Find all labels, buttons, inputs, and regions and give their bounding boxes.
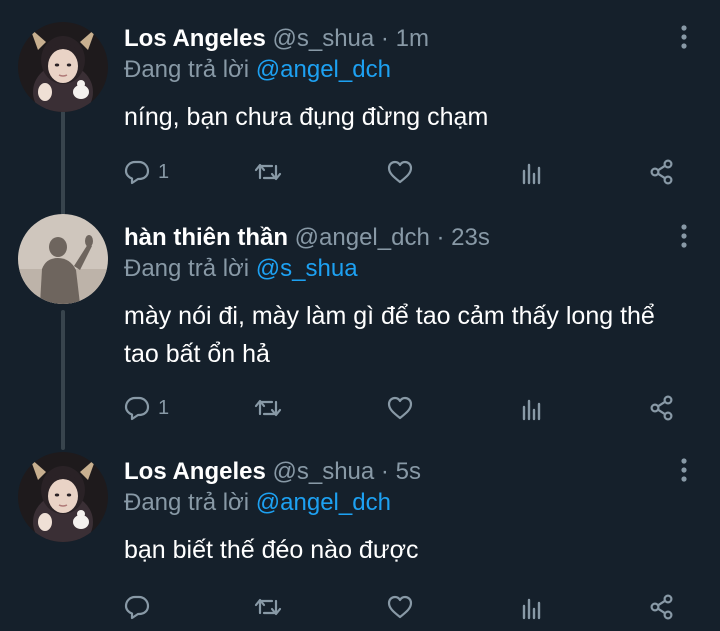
heart-icon (386, 395, 414, 421)
heart-icon (386, 159, 414, 185)
retweet-icon (254, 395, 282, 421)
share-icon (649, 395, 675, 421)
timestamp[interactable]: 5s (396, 458, 421, 485)
replying-to: Đang trả lời @angel_dch (124, 489, 660, 517)
more-icon[interactable] (678, 223, 690, 249)
share-button[interactable] (649, 591, 675, 623)
tweet-text: bạn biết thế đéo nào được (124, 536, 419, 564)
display-name[interactable]: hàn thiên thần (124, 224, 288, 251)
replying-to-handle[interactable]: @angel_dch (256, 56, 391, 83)
analytics-button[interactable] (519, 591, 545, 623)
separator-dot: · (436, 224, 445, 251)
share-icon (649, 159, 675, 185)
analytics-button[interactable] (519, 156, 545, 188)
reply-button[interactable]: 1 (124, 392, 169, 424)
replying-to: Đang trả lời @s_shua (124, 255, 660, 283)
replying-to-prefix: Đang trả lời (124, 489, 250, 516)
share-button[interactable] (649, 156, 675, 188)
retweet-icon (254, 159, 282, 185)
analytics-button[interactable] (519, 392, 545, 424)
tweet-body: hàn thiên thần @angel_dch · 23s Đang trả… (124, 224, 660, 373)
bar-chart-icon (519, 594, 545, 620)
avatar[interactable] (18, 452, 108, 542)
like-button[interactable] (386, 392, 414, 424)
avatar-image (18, 452, 108, 542)
like-button[interactable] (386, 156, 414, 188)
more-icon[interactable] (678, 24, 690, 50)
display-name[interactable]: Los Angeles (124, 458, 266, 485)
tweet-header: Los Angeles @s_shua · 1m (124, 25, 660, 53)
tweet-header: hàn thiên thần @angel_dch · 23s (124, 224, 660, 252)
comment-icon (124, 594, 150, 620)
avatar[interactable] (18, 214, 108, 304)
avatar-image (18, 22, 108, 112)
separator-dot: · (380, 25, 389, 52)
reply-button[interactable] (124, 591, 158, 623)
avatar[interactable] (18, 22, 108, 112)
tweet-text: mày nói đi, mày làm gì để tao cảm thấy l… (124, 302, 655, 368)
bar-chart-icon (519, 159, 545, 185)
user-handle[interactable]: @s_shua (272, 25, 374, 52)
comment-icon (124, 159, 150, 185)
reply-count: 1 (158, 396, 170, 419)
like-button[interactable] (386, 591, 414, 623)
replying-to-prefix: Đang trả lời (124, 255, 250, 282)
replying-to-handle[interactable]: @angel_dch (256, 489, 391, 516)
tweet-actions (124, 591, 684, 623)
timestamp[interactable]: 1m (396, 25, 429, 52)
display-name[interactable]: Los Angeles (124, 25, 266, 52)
replying-to-prefix: Đang trả lời (124, 56, 250, 83)
replying-to-handle[interactable]: @s_shua (256, 255, 358, 282)
tweet-header: Los Angeles @s_shua · 5s (124, 458, 660, 486)
tweet[interactable]: Los Angeles @s_shua · 5s Đang trả lời @a… (0, 452, 720, 631)
reply-button[interactable]: 1 (124, 156, 169, 188)
bar-chart-icon (519, 395, 545, 421)
comment-icon (124, 395, 150, 421)
tweet-thread: Los Angeles @s_shua · 1m Đang trả lời @a… (0, 0, 720, 631)
share-icon (649, 594, 675, 620)
more-icon[interactable] (678, 457, 690, 483)
avatar-image (18, 214, 108, 304)
tweet-body: Los Angeles @s_shua · 5s Đang trả lời @a… (124, 458, 660, 569)
heart-icon (386, 594, 414, 620)
tweet-actions: 1 (124, 156, 684, 188)
tweet[interactable]: hàn thiên thần @angel_dch · 23s Đang trả… (0, 218, 720, 448)
reply-count: 1 (158, 160, 170, 183)
tweet-text: níng, bạn chưa đụng đừng chạm (124, 103, 489, 131)
user-handle[interactable]: @s_shua (272, 458, 374, 485)
separator-dot: · (380, 458, 389, 485)
user-handle[interactable]: @angel_dch (295, 224, 430, 251)
tweet-actions: 1 (124, 392, 684, 424)
share-button[interactable] (649, 392, 675, 424)
tweet-body: Los Angeles @s_shua · 1m Đang trả lời @a… (124, 25, 660, 136)
retweet-icon (254, 594, 282, 620)
retweet-button[interactable] (254, 156, 282, 188)
tweet[interactable]: Los Angeles @s_shua · 1m Đang trả lời @a… (0, 22, 720, 212)
replying-to: Đang trả lời @angel_dch (124, 56, 660, 84)
retweet-button[interactable] (254, 591, 282, 623)
retweet-button[interactable] (254, 392, 282, 424)
timestamp[interactable]: 23s (451, 224, 490, 251)
